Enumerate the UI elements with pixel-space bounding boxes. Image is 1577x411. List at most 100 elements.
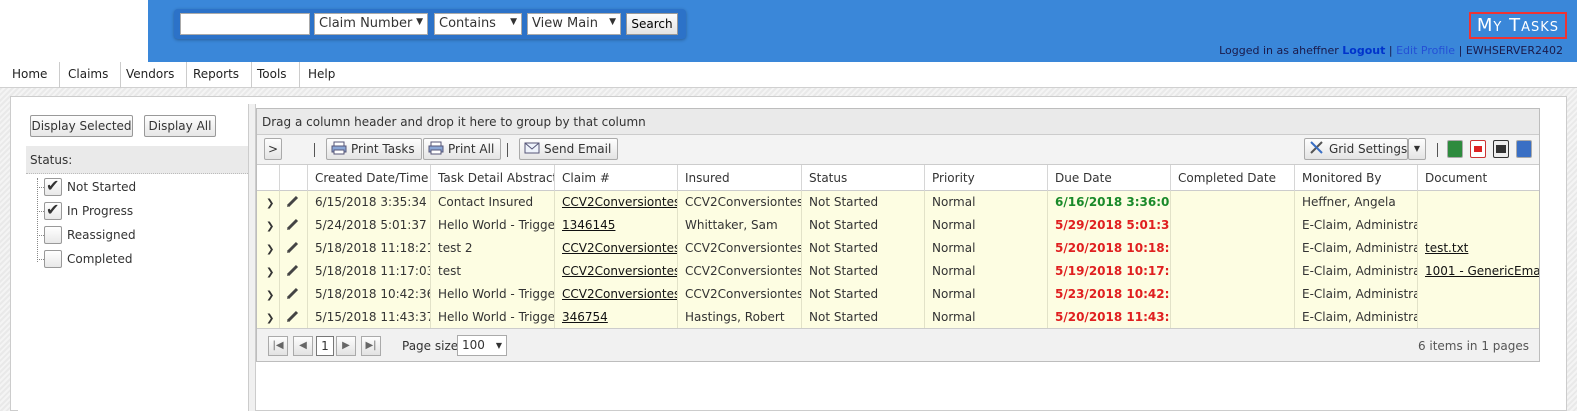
search-input[interactable]: [180, 13, 310, 35]
menu-reports[interactable]: Reports: [181, 62, 253, 88]
column-header-completed-date[interactable]: Completed Date: [1170, 165, 1294, 191]
cell-abstract: test: [430, 260, 554, 283]
search-field-select[interactable]: Claim Number ▼: [314, 13, 428, 35]
row-expand-toggle[interactable]: ❯: [257, 237, 279, 260]
app-header: Claim Number ▼ Contains ▼ View Main ▼ Searc…: [0, 0, 1577, 62]
cell-document[interactable]: 1001 - GenericEmail_0: [1417, 260, 1539, 283]
first-page-button[interactable]: |◀: [268, 336, 288, 356]
table-row[interactable]: ❯ 6/15/2018 3:35:34 AM Contact Insured CCV2…: [257, 191, 1539, 214]
expand-all-button[interactable]: >: [264, 138, 282, 160]
prev-page-button[interactable]: ◀: [293, 336, 313, 356]
table-row[interactable]: ❯ 5/18/2018 10:42:36 Al Hello World - Trig…: [257, 283, 1539, 306]
display-all-button[interactable]: Display All: [144, 115, 216, 137]
print-all-button[interactable]: Print All: [423, 138, 502, 160]
search-field-select-value: Claim Number: [319, 16, 413, 31]
column-header-priority[interactable]: Priority: [924, 165, 1047, 191]
cell-claim-text[interactable]: CCV2Conversiontestfil: [562, 241, 677, 255]
last-page-button[interactable]: ▶|: [361, 336, 381, 356]
row-edit-button[interactable]: [279, 283, 307, 306]
column-header-status[interactable]: Status: [801, 165, 924, 191]
print-tasks-button[interactable]: Print Tasks: [326, 138, 422, 160]
row-expand-toggle[interactable]: ❯: [257, 191, 279, 214]
cell-document-text[interactable]: test.txt: [1425, 241, 1468, 255]
view-select[interactable]: View Main ▼: [527, 13, 621, 35]
status-label: Status:: [26, 146, 248, 174]
row-edit-button[interactable]: [279, 191, 307, 214]
column-header-abstract[interactable]: Task Detail Abstract: [430, 165, 554, 191]
cell-abstract-text: Hello World - Trigger /: [438, 287, 554, 301]
cell-created-text: 6/15/2018 3:35:34 AM: [315, 195, 430, 209]
pencil-icon: [286, 264, 299, 277]
checkbox-not-started[interactable]: [44, 176, 62, 196]
operator-select[interactable]: Contains ▼: [434, 13, 522, 35]
row-edit-button[interactable]: [279, 214, 307, 237]
current-page[interactable]: 1: [316, 336, 334, 356]
send-email-button[interactable]: Send Email: [519, 138, 619, 160]
next-page-button[interactable]: ▶: [336, 336, 356, 356]
display-selected-button[interactable]: Display Selected: [30, 115, 133, 137]
row-expand-toggle[interactable]: ❯: [257, 260, 279, 283]
column-header-monitored-by[interactable]: Monitored By: [1294, 165, 1417, 191]
row-edit-button[interactable]: [279, 260, 307, 283]
cell-claim[interactable]: CCV2Conversiontestfil: [554, 260, 677, 283]
cell-monitored-by-text: E-Claim, Administrato: [1302, 218, 1417, 232]
cell-document-text[interactable]: 1001 - GenericEmail_0: [1425, 264, 1539, 278]
table-row[interactable]: ❯ 5/15/2018 11:43:37 Al Hello World - Trig…: [257, 306, 1539, 329]
menu-tools[interactable]: Tools: [245, 62, 300, 88]
export-pdf-icon[interactable]: [1470, 140, 1486, 158]
export-csv-icon[interactable]: [1493, 140, 1509, 158]
panel-splitter[interactable]: [248, 104, 256, 411]
search-button[interactable]: Search: [626, 13, 678, 35]
cell-insured: Whittaker, Sam: [677, 214, 801, 237]
row-expand-toggle[interactable]: ❯: [257, 214, 279, 237]
cell-abstract-text: Contact Insured: [438, 195, 534, 209]
menu-vendors[interactable]: Vendors: [114, 62, 188, 88]
cell-claim[interactable]: CCV2Conversiontestfil: [554, 237, 677, 260]
cell-insured-text: CCV2Conversiontestfil: [685, 287, 801, 301]
cell-claim[interactable]: 346754: [554, 306, 677, 329]
edit-profile-link[interactable]: Edit Profile: [1396, 44, 1455, 57]
cell-claim[interactable]: CCV2Conversiontestfil: [554, 283, 677, 306]
row-expand-toggle[interactable]: ❯: [257, 306, 279, 329]
menu-home[interactable]: Home: [0, 62, 61, 88]
cell-claim-text[interactable]: CCV2Conversiontestfil: [562, 264, 677, 278]
cell-completed-date: [1170, 191, 1294, 214]
cell-claim[interactable]: CCV2Conversiontestfil: [554, 191, 677, 214]
column-header-insured[interactable]: Insured: [677, 165, 801, 191]
logo-area: [0, 0, 148, 62]
printer-icon: [428, 141, 444, 155]
grid-settings-button[interactable]: Grid Settings: [1304, 138, 1408, 160]
column-header-document[interactable]: Document: [1417, 165, 1539, 191]
export-excel-icon[interactable]: [1447, 140, 1463, 158]
column-header-claim[interactable]: Claim #: [554, 165, 677, 191]
table-row[interactable]: ❯ 5/18/2018 11:18:21 Al test 2 CCV2Conversi…: [257, 237, 1539, 260]
cell-status: Not Started: [801, 260, 924, 283]
cell-claim-text[interactable]: 1346145: [562, 218, 615, 232]
table-row[interactable]: ❯ 5/24/2018 5:01:37 PM Hello World - Trigg…: [257, 214, 1539, 237]
table-row[interactable]: ❯ 5/18/2018 11:17:03 Al test CCV2Conversion…: [257, 260, 1539, 283]
envelope-icon: [524, 141, 540, 155]
cell-claim-text[interactable]: CCV2Conversiontestfil: [562, 287, 677, 301]
column-header-due-date[interactable]: Due Date: [1047, 165, 1170, 191]
grid-settings-dropdown[interactable]: ▼: [1408, 138, 1426, 160]
cell-abstract: Contact Insured: [430, 191, 554, 214]
cell-claim-text[interactable]: CCV2Conversiontestfil: [562, 195, 677, 209]
cell-claim[interactable]: 1346145: [554, 214, 677, 237]
row-edit-button[interactable]: [279, 306, 307, 329]
page-size-select[interactable]: 100 ▼: [457, 335, 507, 356]
menu-help[interactable]: Help: [296, 62, 347, 88]
menu-claims[interactable]: Claims: [56, 62, 122, 88]
row-edit-button[interactable]: [279, 237, 307, 260]
column-header-created[interactable]: Created Date/Time: [307, 165, 430, 191]
group-by-panel[interactable]: Drag a column header and drop it here to…: [257, 109, 1539, 135]
checkbox-completed[interactable]: [44, 250, 62, 268]
cell-document[interactable]: test.txt: [1417, 237, 1539, 260]
cell-status-text: Not Started: [809, 218, 879, 232]
cell-claim-text[interactable]: 346754: [562, 310, 608, 324]
checkbox-reassigned[interactable]: [44, 226, 62, 244]
logout-link[interactable]: Logout: [1342, 44, 1385, 57]
logged-in-user: Logged in as aheffner: [1219, 44, 1339, 57]
checkbox-in-progress[interactable]: [44, 200, 62, 220]
row-expand-toggle[interactable]: ❯: [257, 283, 279, 306]
export-word-icon[interactable]: [1516, 140, 1532, 158]
